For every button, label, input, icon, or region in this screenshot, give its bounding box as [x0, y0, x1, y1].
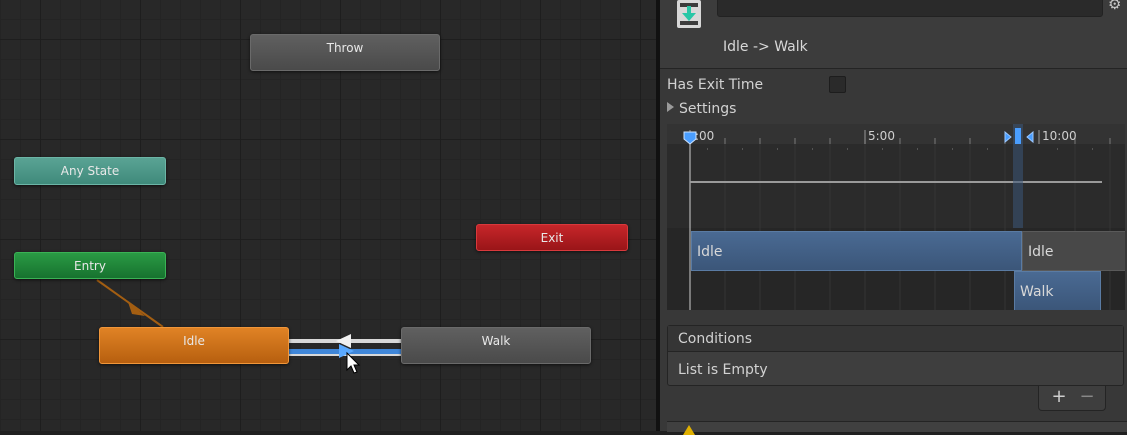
- has-exit-time-label: Has Exit Time: [667, 77, 764, 93]
- add-condition-button[interactable]: +: [1045, 386, 1073, 408]
- gear-icon[interactable]: ⚙: [1108, 0, 1124, 12]
- entry-to-idle-arrow: [128, 302, 145, 316]
- timeline-ruler-label: 5:00: [868, 129, 895, 143]
- conditions-empty-text: List is Empty: [678, 362, 768, 378]
- state-node-idle[interactable]: Idle: [99, 327, 289, 364]
- bar-label: Idle: [697, 244, 723, 260]
- next-section-header: [667, 421, 1127, 435]
- animator-graph-canvas[interactable]: Throw Any State Entry Exit Idle Walk: [0, 0, 656, 431]
- state-node-label: Idle: [183, 334, 205, 348]
- state-node-walk[interactable]: Walk: [401, 327, 591, 364]
- state-node-label: Walk: [481, 334, 511, 348]
- state-node-entry[interactable]: Entry: [14, 252, 166, 279]
- transition-icon: [674, 0, 704, 32]
- has-exit-time-checkbox[interactable]: [829, 76, 846, 93]
- state-node-exit[interactable]: Exit: [476, 224, 628, 251]
- timeline-source-state-bar[interactable]: Idle: [691, 231, 1022, 271]
- entry-to-idle-transition[interactable]: [96, 279, 164, 328]
- settings-foldout[interactable]: Settings: [667, 101, 736, 117]
- state-node-label: Throw: [326, 41, 364, 55]
- timeline-destination-state-bar[interactable]: Walk: [1014, 271, 1101, 310]
- conditions-list: Conditions List is Empty: [667, 325, 1124, 386]
- timeline-ruler-label: :00: [695, 129, 715, 143]
- inspector-panel: ⚙ Idle -> Walk Has Exit Time Settings:0…: [660, 0, 1127, 435]
- conditions-header: Conditions: [668, 326, 1123, 352]
- conditions-buttons: + −: [1038, 386, 1106, 411]
- state-node-label: Exit: [540, 231, 564, 245]
- transition-timeline[interactable]: :00 5:00 10:00 Idle Idle Walk: [667, 124, 1125, 310]
- remove-condition-button[interactable]: −: [1073, 386, 1101, 408]
- foldout-arrow-icon: [667, 102, 674, 112]
- walk-to-idle-arrow: [336, 334, 351, 348]
- inspector-header: ⚙ Idle -> Walk: [660, 0, 1127, 69]
- warning-icon: [683, 425, 695, 435]
- transition-title: Idle -> Walk: [723, 39, 808, 55]
- state-node-label: Entry: [74, 259, 106, 273]
- state-node-throw[interactable]: Throw: [250, 34, 440, 71]
- state-node-label: Any State: [60, 164, 120, 178]
- bar-label: Walk: [1020, 284, 1054, 300]
- timeline-ruler-label: 10:00: [1042, 129, 1077, 143]
- state-node-any-state[interactable]: Any State: [14, 157, 166, 185]
- bar-label: Idle: [1028, 244, 1054, 260]
- timeline-source-state-next-bar[interactable]: Idle: [1022, 231, 1125, 271]
- transition-name-field[interactable]: [717, 0, 1103, 17]
- settings-label: Settings: [679, 101, 737, 117]
